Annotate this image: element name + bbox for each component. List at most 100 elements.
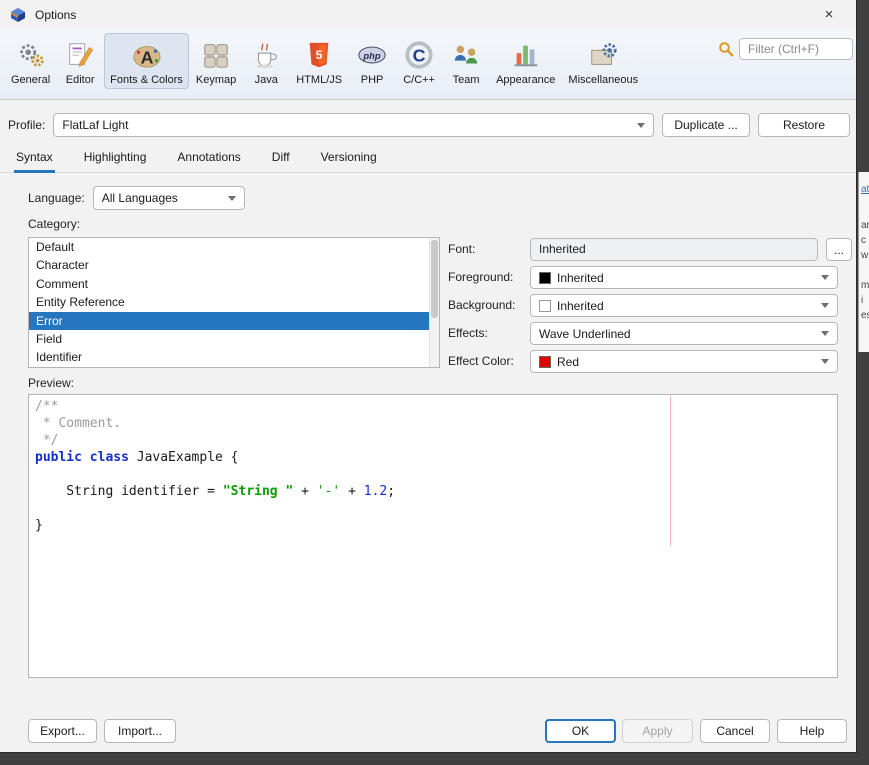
profile-label: Profile: xyxy=(8,118,46,132)
toolbar-item-miscellaneous[interactable]: Miscellaneous xyxy=(562,33,644,89)
toolbar-item-editor[interactable]: Editor xyxy=(57,33,103,89)
preview-editor: /** * Comment. */ public class JavaExampl… xyxy=(28,394,838,678)
tab-annotations[interactable]: Annotations xyxy=(175,145,242,173)
duplicate-button[interactable]: Duplicate ... xyxy=(662,113,750,137)
options-dialog: Options × General Editor A Fonts & Color… xyxy=(0,0,857,753)
window-title: Options xyxy=(35,8,77,22)
category-item[interactable]: Field xyxy=(29,330,439,348)
html5-icon: 5 xyxy=(302,37,336,73)
netbeans-logo-icon xyxy=(10,7,26,23)
chevron-down-icon xyxy=(637,122,645,128)
effect-color-combobox[interactable]: Red xyxy=(530,350,838,373)
toolbar-label: PHP xyxy=(360,74,384,86)
appearance-chart-icon xyxy=(509,37,543,73)
tab-versioning[interactable]: Versioning xyxy=(319,145,379,173)
language-label: Language: xyxy=(28,191,85,205)
chevron-down-icon xyxy=(821,359,829,364)
tab-syntax[interactable]: Syntax xyxy=(14,145,55,173)
toolbar-item-appearance[interactable]: Appearance xyxy=(490,33,561,89)
ok-button[interactable]: OK xyxy=(545,719,616,743)
background-label: Background: xyxy=(448,298,516,312)
font-field: Inherited xyxy=(530,238,818,261)
restore-button[interactable]: Restore xyxy=(758,113,850,137)
toolbar-label: Java xyxy=(254,74,278,86)
foreground-combobox[interactable]: Inherited xyxy=(530,266,838,289)
help-button[interactable]: Help xyxy=(777,719,847,743)
category-item[interactable]: Identifier xyxy=(29,348,439,366)
background-text-fragment: c xyxy=(861,235,866,246)
background-combobox[interactable]: Inherited xyxy=(530,294,838,317)
editor-icon xyxy=(63,37,97,73)
background-text-fragment: i xyxy=(861,295,864,306)
toolbar-item-c-cpp[interactable]: C C/C++ xyxy=(396,33,442,89)
effects-label: Effects: xyxy=(448,326,488,340)
svg-text:php: php xyxy=(363,51,381,61)
tab-diff[interactable]: Diff xyxy=(270,145,292,173)
category-item[interactable]: Default xyxy=(29,238,439,256)
toolbar-label: HTML/JS xyxy=(296,74,343,86)
background-text-fragment: ma xyxy=(861,280,869,291)
effects-combobox[interactable]: Wave Underlined xyxy=(530,322,838,345)
category-list: Default Character Comment Entity Reference E… xyxy=(28,237,440,368)
preview-code: /** * Comment. */ public class JavaExampl… xyxy=(35,398,837,534)
export-button[interactable]: Export... xyxy=(28,719,97,743)
category-scrollbar[interactable] xyxy=(429,238,439,367)
svg-text:5: 5 xyxy=(316,48,323,62)
font-more-button[interactable]: ... xyxy=(826,238,852,261)
toolbar-item-general[interactable]: General xyxy=(5,33,56,89)
background-window-edge: ate ans cw ma i es xyxy=(858,172,869,352)
effect-color-swatch xyxy=(539,355,551,368)
php-icon: php xyxy=(355,37,389,73)
category-label: Category: xyxy=(28,217,81,231)
svg-text:C: C xyxy=(413,46,426,66)
filter-area xyxy=(718,38,853,60)
toolbar-label: Editor xyxy=(65,74,95,86)
toolbar-label: Appearance xyxy=(496,74,556,86)
code-line: */ xyxy=(35,433,59,448)
titlebar: Options × xyxy=(0,0,856,30)
toolbar-label: Miscellaneous xyxy=(568,74,639,86)
code-line: * Comment. xyxy=(35,416,122,431)
category-item[interactable]: Character xyxy=(29,256,439,274)
fonts-colors-icon: A xyxy=(130,37,164,73)
toolbar-item-php[interactable]: php PHP xyxy=(349,33,395,89)
filter-input[interactable] xyxy=(739,38,853,60)
category-item[interactable]: Comment xyxy=(29,275,439,293)
chevron-down-icon xyxy=(821,303,829,308)
c-cpp-icon: C xyxy=(402,37,436,73)
close-icon[interactable]: × xyxy=(812,0,846,30)
apply-button[interactable]: Apply xyxy=(622,719,693,743)
toolbar-label: Keymap xyxy=(195,74,237,86)
java-coffee-icon xyxy=(249,37,283,73)
foreground-value: Inherited xyxy=(557,270,604,285)
background-text-fragment: es xyxy=(861,310,869,321)
toolbar-label: Fonts & Colors xyxy=(110,74,183,86)
toolbar-item-team[interactable]: Team xyxy=(443,33,489,89)
background-color-swatch xyxy=(539,299,551,312)
toolbar-item-java[interactable]: Java xyxy=(243,33,289,89)
toolbar-item-html-js[interactable]: 5 HTML/JS xyxy=(290,33,348,89)
scrollbar-thumb[interactable] xyxy=(431,240,438,318)
tab-highlighting[interactable]: Highlighting xyxy=(82,145,149,173)
language-value: All Languages xyxy=(101,191,178,205)
background-text-fragment: ate xyxy=(861,184,869,195)
foreground-label: Foreground: xyxy=(448,270,514,284)
category-item[interactable]: Entity Reference xyxy=(29,293,439,311)
toolbar-item-fonts-colors[interactable]: A Fonts & Colors xyxy=(104,33,189,89)
category-item[interactable]: Error xyxy=(29,311,439,330)
gears-icon xyxy=(14,37,48,73)
profile-row: Profile: FlatLaf Light Duplicate ... Res… xyxy=(8,112,850,138)
toolbar-item-keymap[interactable]: Keymap xyxy=(190,33,242,89)
toolbar-label: C/C++ xyxy=(403,74,435,86)
keymap-icon xyxy=(199,37,233,73)
chevron-down-icon xyxy=(821,275,829,280)
language-combobox[interactable]: All Languages xyxy=(92,186,245,210)
right-margin-line xyxy=(670,396,671,546)
code-line: /** xyxy=(35,399,59,414)
cancel-button[interactable]: Cancel xyxy=(700,719,770,743)
profile-combobox[interactable]: FlatLaf Light xyxy=(53,113,654,137)
preview-label: Preview: xyxy=(28,376,75,390)
import-button[interactable]: Import... xyxy=(104,719,176,743)
